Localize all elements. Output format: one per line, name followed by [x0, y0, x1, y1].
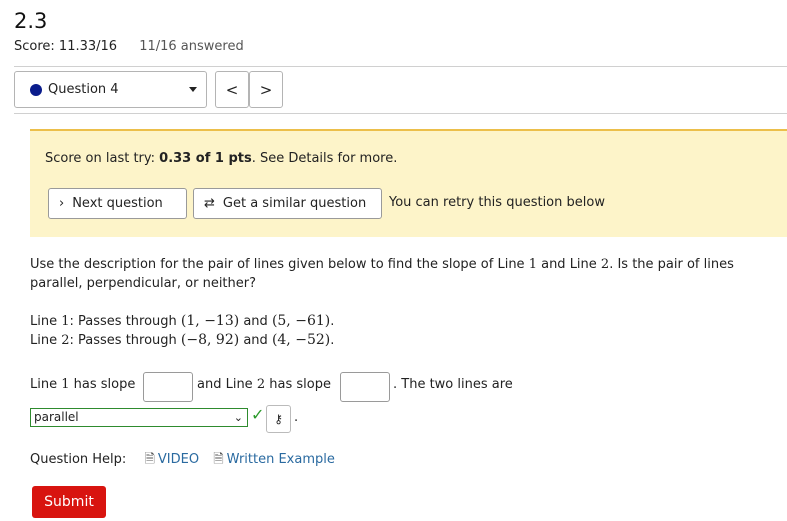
correct-check-icon: ✓ — [251, 405, 265, 424]
sentence-period: . — [294, 410, 299, 425]
score-line: Score: 11.33/16 11/16 answered — [14, 39, 244, 54]
submit-button[interactable]: Submit — [32, 486, 106, 518]
next-question-nav-button[interactable]: > — [249, 71, 283, 108]
prev-question-button[interactable]: < — [215, 71, 249, 108]
retry-text: You can retry this question below — [389, 195, 605, 210]
document-icon: 🗎 — [144, 452, 155, 467]
chevron-down-icon: ⌄ — [233, 411, 243, 424]
question-select-label: Question 4 — [48, 82, 119, 97]
divider — [14, 66, 787, 67]
question-help-label: Question Help: — [30, 452, 127, 467]
relationship-select[interactable]: parallel ⌄ — [30, 408, 248, 427]
written-example-link[interactable]: 🗎 Written Example — [213, 452, 335, 467]
conclusion-label: . The two lines are — [393, 377, 513, 392]
slope1-input[interactable] — [143, 372, 193, 402]
similar-question-button[interactable]: ⇄ Get a similar question — [193, 188, 382, 219]
slope2-input[interactable] — [340, 372, 390, 402]
question-select[interactable]: Question 4 — [14, 71, 207, 108]
score-text: Score: 11.33/16 — [14, 39, 118, 54]
divider — [14, 113, 787, 114]
video-link[interactable]: 🗎 VIDEO — [144, 452, 199, 467]
status-dot-icon — [30, 83, 42, 96]
next-question-button[interactable]: › Next question — [48, 188, 187, 219]
slope1-label: Line 1 has slope — [30, 377, 136, 392]
question-text: Use the description for the pair of line… — [30, 257, 734, 291]
slope2-label: and Line 2 has slope — [197, 377, 331, 392]
answered-count: 11/16 answered — [139, 39, 244, 54]
refresh-icon: ⇄ — [204, 196, 215, 211]
assignment-title: 2.3 — [14, 9, 48, 33]
chevron-right-icon: > — [259, 80, 273, 99]
document-icon: 🗎 — [213, 452, 224, 467]
line-1-description: Line 1: Passes through (1, −13) and (5, … — [30, 313, 335, 329]
chevron-right-icon: › — [59, 196, 65, 211]
chevron-left-icon: < — [225, 80, 239, 99]
retry-banner: Score on last try: 0.33 of 1 pts. See De… — [30, 129, 787, 237]
caret-down-icon — [189, 87, 197, 92]
last-try-score: Score on last try: 0.33 of 1 pts. See De… — [45, 151, 398, 166]
relationship-select-value: parallel — [34, 410, 79, 424]
question-help: Question Help: 🗎 VIDEO 🗎 Written Example — [30, 450, 335, 472]
line-2-description: Line 2: Passes through (−8, 92) and (4, … — [30, 332, 335, 348]
key-icon[interactable]: ⚷ — [266, 405, 291, 433]
